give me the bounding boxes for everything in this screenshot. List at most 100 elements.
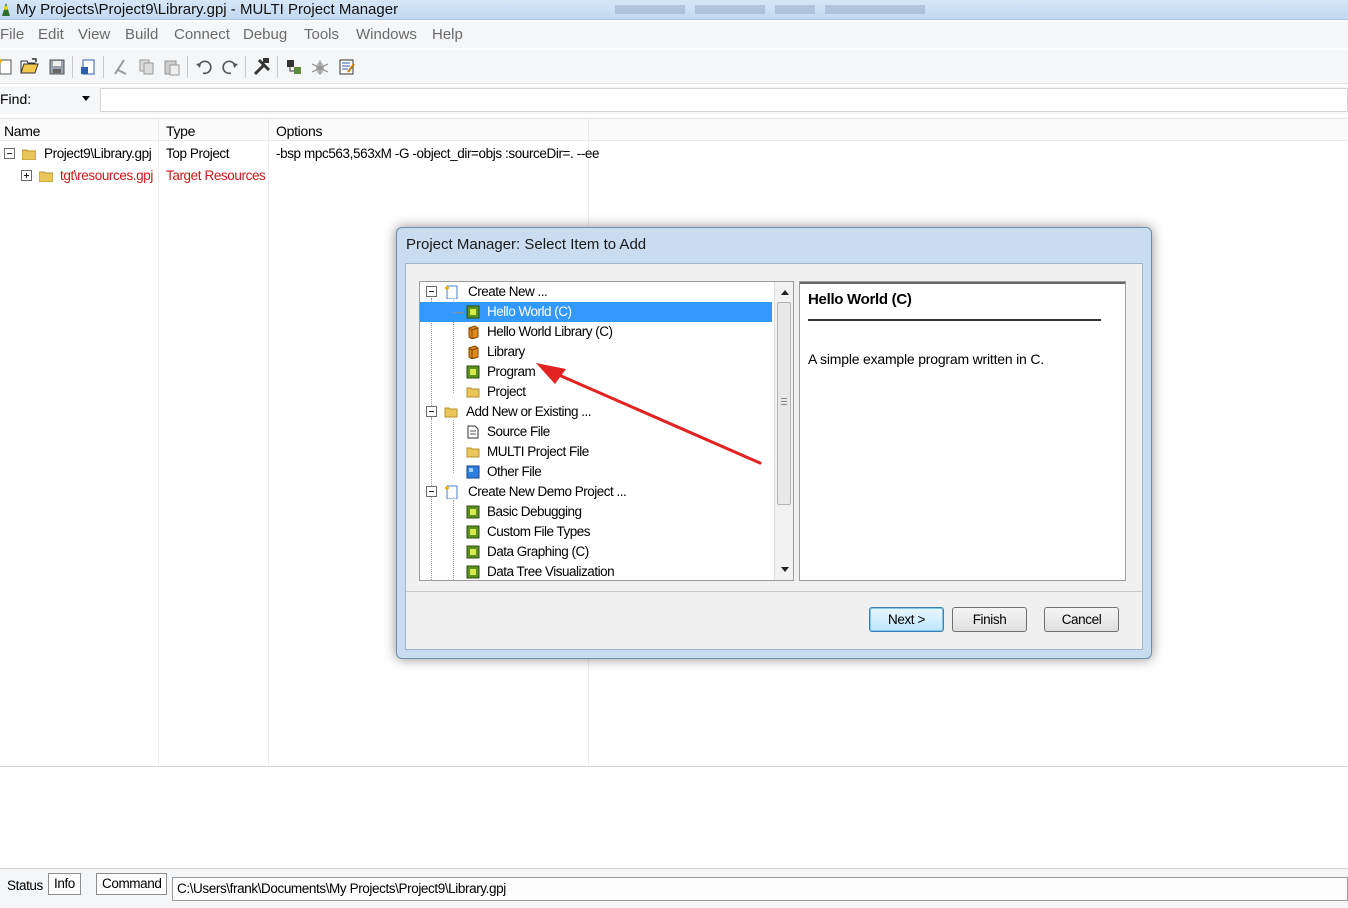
list-item-label: Other File [487, 464, 542, 479]
tab-status[interactable]: Status [2, 876, 48, 898]
toolbar [0, 50, 1348, 84]
copy-icon[interactable] [135, 56, 157, 78]
description-text: A simple example program written in C. [808, 351, 1044, 367]
cancel-button[interactable]: Cancel [1044, 607, 1119, 632]
program-icon [466, 365, 480, 379]
new-document-icon [445, 485, 458, 499]
background-window-title [615, 5, 925, 14]
column-header-options[interactable]: Options [276, 123, 322, 139]
find-label: Find: [0, 91, 32, 107]
library-icon [468, 325, 479, 339]
tab-command[interactable]: Command [96, 873, 168, 895]
output-pane[interactable] [0, 766, 1348, 868]
next-button[interactable]: Next > [869, 607, 944, 632]
row-type: Top Project [166, 146, 230, 161]
list-item-basic-debugging[interactable]: Basic Debugging [420, 502, 772, 522]
open-icon[interactable] [19, 56, 41, 78]
cut-icon[interactable] [109, 56, 131, 78]
folder-icon [444, 407, 458, 418]
list-item-label: MULTI Project File [487, 444, 589, 459]
folder-icon [466, 387, 480, 398]
list-item-hello-world-library[interactable]: Hello World Library (C) [420, 322, 772, 342]
folder-icon [466, 447, 480, 458]
list-item-multi-project-file[interactable]: MULTI Project File [420, 442, 772, 462]
collapse-icon[interactable] [426, 406, 437, 417]
dialog-body: Create New ... Hello World (C) Hello Wor… [405, 263, 1143, 650]
collapse-icon[interactable] [426, 286, 437, 297]
column-header-name[interactable]: Name [4, 123, 40, 139]
grip-icon [781, 398, 787, 406]
build-icon[interactable] [251, 56, 273, 78]
list-item-library[interactable]: Library [420, 342, 772, 362]
description-panel: Hello World (C) A simple example program… [799, 281, 1126, 581]
list-item-create-new-demo-project[interactable]: Create New Demo Project ... [420, 482, 772, 502]
scrollbar-thumb[interactable] [777, 302, 791, 505]
paste-icon[interactable] [161, 56, 183, 78]
list-item-label: Hello World Library (C) [487, 324, 613, 339]
status-bar: Status Info Command C:\Users\frank\Docum… [0, 868, 1348, 908]
list-item-label: Custom File Types [487, 524, 591, 539]
menu-connect[interactable]: Connect [174, 26, 230, 43]
row-name: tgt\resources.gpj [60, 168, 153, 183]
menu-file[interactable]: File [0, 26, 24, 43]
redo-icon[interactable] [219, 56, 241, 78]
toolbar-separator [103, 56, 104, 78]
collapse-icon[interactable] [4, 148, 15, 159]
item-tree-list[interactable]: Create New ... Hello World (C) Hello Wor… [419, 281, 794, 581]
divider [800, 282, 1125, 284]
select-item-dialog: Project Manager: Select Item to Add Crea… [396, 227, 1152, 659]
undo-icon[interactable] [193, 56, 215, 78]
folder-icon [22, 149, 36, 160]
window-title: My Projects\Project9\Library.gpj - MULTI… [16, 1, 399, 18]
list-item-source-file[interactable]: Source File [420, 422, 772, 442]
tree-header [0, 119, 1348, 141]
title-bar: My Projects\Project9\Library.gpj - MULTI… [0, 0, 1348, 20]
save-icon[interactable] [46, 56, 68, 78]
column-divider [268, 119, 269, 765]
tree-line [453, 312, 463, 313]
menu-debug[interactable]: Debug [243, 26, 287, 43]
divider [808, 319, 1101, 321]
connect-icon[interactable] [283, 56, 305, 78]
menu-tools[interactable]: Tools [304, 26, 339, 43]
add-file-icon[interactable] [77, 56, 99, 78]
list-item-label: Data Tree Visualization [487, 564, 615, 579]
vertical-scrollbar[interactable] [774, 282, 793, 580]
list-item-label: Create New Demo Project ... [468, 484, 627, 499]
finish-button[interactable]: Finish [952, 607, 1027, 632]
table-row[interactable]: Project9\Library.gpj Top Project -bsp mp… [0, 143, 1348, 165]
new-document-icon [445, 285, 458, 299]
scroll-up-icon[interactable] [781, 290, 789, 295]
toolbar-separator [72, 56, 73, 78]
divider [406, 591, 1142, 592]
tab-info[interactable]: Info [48, 873, 81, 895]
menu-edit[interactable]: Edit [38, 26, 64, 43]
list-item-label: Source File [487, 424, 550, 439]
column-header-type[interactable]: Type [166, 123, 195, 139]
list-item-add-new-or-existing[interactable]: Add New or Existing ... [420, 402, 772, 422]
list-item-project[interactable]: Project [420, 382, 772, 402]
debug-icon[interactable] [309, 56, 331, 78]
scroll-down-icon[interactable] [781, 567, 789, 572]
menu-view[interactable]: View [78, 26, 110, 43]
table-row[interactable]: tgt\resources.gpj Target Resources [0, 165, 1348, 187]
list-item-data-graphing[interactable]: Data Graphing (C) [420, 542, 772, 562]
menu-build[interactable]: Build [125, 26, 158, 43]
find-input[interactable] [100, 88, 1348, 112]
list-item-program[interactable]: Program [420, 362, 772, 382]
collapse-icon[interactable] [426, 486, 437, 497]
list-item-data-tree-visualization[interactable]: Data Tree Visualization [420, 562, 772, 580]
expand-icon[interactable] [21, 170, 32, 181]
menu-help[interactable]: Help [432, 26, 463, 43]
chevron-down-icon[interactable] [82, 96, 90, 101]
editor-icon[interactable] [336, 56, 358, 78]
menu-windows[interactable]: Windows [356, 26, 417, 43]
program-icon [466, 305, 480, 319]
list-item-other-file[interactable]: Other File [420, 462, 772, 482]
list-item-hello-world-c[interactable]: Hello World (C) [420, 302, 772, 322]
new-icon[interactable] [0, 56, 16, 78]
library-icon [468, 345, 479, 359]
list-item-create-new[interactable]: Create New ... [420, 282, 772, 302]
row-options: -bsp mpc563,563xM -G -object_dir=objs :s… [276, 146, 600, 161]
list-item-custom-file-types[interactable]: Custom File Types [420, 522, 772, 542]
